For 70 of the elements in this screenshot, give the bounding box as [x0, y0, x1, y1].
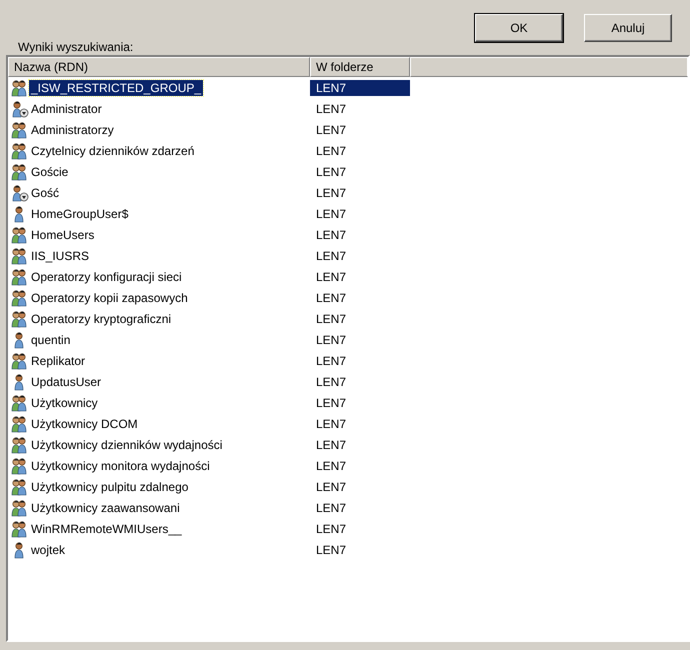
folder-cell-text: LEN7	[315, 142, 348, 158]
group-icon	[11, 520, 29, 538]
folder-cell: LEN7	[310, 80, 410, 96]
cancel-button[interactable]: Anuluj	[584, 14, 672, 42]
account-name[interactable]: HomeGroupUser$	[29, 206, 130, 222]
folder-cell-text: LEN7	[315, 542, 348, 558]
group-icon	[11, 414, 29, 432]
group-icon	[11, 456, 29, 474]
account-name[interactable]: Gość	[29, 184, 62, 200]
folder-cell-text: LEN7	[315, 458, 348, 474]
account-name[interactable]: Użytkownicy dzienników wydajności	[29, 436, 224, 452]
folder-cell-text: LEN7	[315, 290, 348, 306]
account-name[interactable]: IIS_IUSRS	[29, 248, 92, 264]
account-name[interactable]: _ISW_RESTRICTED_GROUP_	[29, 80, 204, 96]
account-name[interactable]: quentin	[29, 332, 72, 348]
group-icon	[11, 226, 29, 244]
group-icon	[11, 478, 29, 496]
account-name[interactable]: Użytkownicy zaawansowani	[29, 500, 182, 516]
folder-cell-text: LEN7	[315, 226, 348, 242]
disabled-user-icon	[11, 100, 29, 118]
folder-cell-text: LEN7	[315, 206, 348, 222]
group-icon	[11, 310, 29, 328]
account-name[interactable]: Administrator	[29, 100, 104, 116]
folder-cell-text: LEN7	[315, 100, 348, 116]
account-name[interactable]: WinRMRemoteWMIUsers__	[29, 520, 184, 536]
group-icon	[11, 498, 29, 516]
account-name[interactable]: Replikator	[29, 352, 88, 368]
group-icon	[11, 142, 29, 160]
column-header[interactable]: Nazwa (RDN)	[8, 57, 310, 77]
folder-cell-text: LEN7	[315, 436, 348, 452]
folder-cell-text: LEN7	[315, 520, 348, 536]
group-icon	[11, 268, 29, 286]
group-icon	[11, 78, 29, 96]
account-name[interactable]: Goście	[29, 164, 70, 180]
folder-cell-text: LEN7	[315, 478, 348, 494]
folder-cell-text: LEN7	[315, 122, 348, 138]
folder-cell-text: LEN7	[315, 394, 348, 410]
results-label: Wyniki wyszukiwania:	[18, 40, 134, 55]
account-name[interactable]: Użytkownicy	[29, 394, 100, 410]
folder-cell-text: LEN7	[315, 500, 348, 516]
account-name[interactable]: Operatorzy konfiguracji sieci	[29, 268, 184, 284]
folder-cell-text: LEN7	[315, 374, 348, 390]
account-name[interactable]: Użytkownicy pulpitu zdalnego	[29, 478, 190, 494]
group-icon	[11, 246, 29, 264]
group-icon	[11, 352, 29, 370]
group-icon	[11, 162, 29, 180]
folder-cell-text: LEN7	[315, 310, 348, 326]
folder-cell-text: LEN7	[315, 332, 348, 348]
folder-cell-text: LEN7	[315, 184, 348, 200]
folder-cell-text: LEN7	[315, 268, 348, 284]
account-name[interactable]: Użytkownicy monitora wydajności	[29, 458, 212, 474]
account-name[interactable]: HomeUsers	[29, 226, 96, 242]
folder-cell-text: LEN7	[315, 416, 348, 432]
column-header[interactable]: W folderze	[310, 57, 410, 77]
account-name[interactable]: Użytkownicy DCOM	[29, 416, 140, 432]
folder-cell-text: LEN7	[315, 248, 348, 264]
disabled-user-icon	[11, 184, 29, 202]
group-icon	[11, 120, 29, 138]
folder-cell-text: LEN7	[315, 164, 348, 180]
ok-button[interactable]: OK	[475, 14, 563, 42]
account-name[interactable]: Operatorzy kryptograficzni	[29, 310, 174, 326]
folder-cell-text: LEN7	[315, 352, 348, 368]
account-name[interactable]: Operatorzy kopii zapasowych	[29, 290, 190, 306]
account-name[interactable]: Czytelnicy dzienników zdarzeń	[29, 142, 196, 158]
group-icon	[11, 436, 29, 454]
account-name[interactable]: wojtek	[29, 542, 68, 558]
group-icon	[11, 288, 29, 306]
account-name[interactable]: UpdatusUser	[29, 374, 104, 390]
account-name[interactable]: Administratorzy	[29, 122, 116, 138]
group-icon	[11, 394, 29, 412]
